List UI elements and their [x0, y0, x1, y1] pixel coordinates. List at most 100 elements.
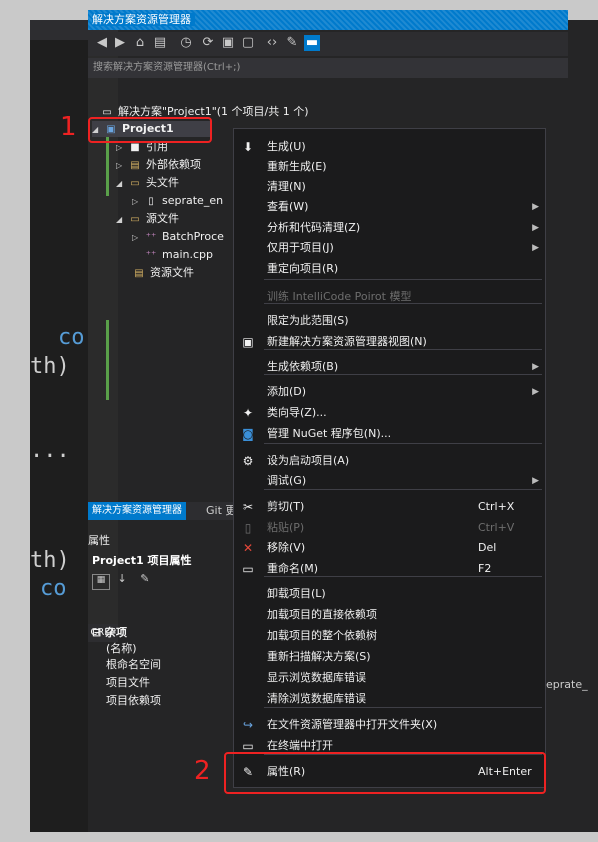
menu-item[interactable]: 调试(G) ▶	[234, 471, 545, 491]
filter-folder-icon: ▭	[130, 178, 140, 189]
scissors-icon: ✂	[242, 500, 254, 514]
menu-item[interactable]: 重新生成(E)	[234, 157, 545, 177]
menu-item-label: 设为启动项目(A)	[267, 454, 350, 467]
code-line: co	[40, 576, 67, 601]
menu-item[interactable]: ✕ 移除(V) Del	[234, 538, 545, 558]
property-row[interactable]: 根命名空间	[106, 656, 161, 672]
tab-git[interactable]: Git 更	[206, 502, 236, 520]
tree-source-file[interactable]: ⁺⁺ main.cpp	[144, 247, 213, 263]
view-code-icon[interactable]: ‹›	[264, 35, 280, 51]
menu-item[interactable]: 限定为此范围(S)	[234, 311, 545, 331]
header-file-icon: ▯	[148, 196, 154, 207]
menu-item-label: 添加(D)	[267, 385, 307, 398]
solution-explorer-toolbar: ◀ ▶ ⌂ ▤ ◷ ⟳ ▣ ▢ ‹› ✎ ▬	[88, 32, 568, 56]
menu-item[interactable]: 重新扫描解决方案(S)	[234, 647, 545, 667]
tree-external-deps[interactable]: ▷ ▤ 外部依赖项	[116, 157, 201, 173]
home-icon[interactable]: ⌂	[132, 35, 148, 51]
menu-item[interactable]: 加载项目的整个依赖树	[234, 626, 545, 646]
menu-item[interactable]: ✦ 类向导(Z)...	[234, 403, 545, 423]
menu-item-label: 粘贴(P)	[267, 521, 305, 534]
categorized-icon[interactable]: ▦	[92, 574, 110, 590]
switch-view-icon[interactable]: ▤	[152, 35, 168, 51]
property-row[interactable]: (名称)	[106, 640, 137, 656]
menu-item-label: 移除(V)	[267, 541, 306, 554]
cpp-file-icon: ⁺⁺	[145, 232, 157, 243]
menu-item-label: 管理 NuGet 程序包(N)...	[267, 427, 392, 440]
menu-item[interactable]: ✂ 剪切(T) Ctrl+X	[234, 497, 545, 517]
code-line: th)	[30, 548, 70, 573]
refresh-icon[interactable]: ⟳	[200, 35, 216, 51]
tree-resource-files[interactable]: ▤ 资源文件	[132, 265, 194, 281]
properties-wrench-icon[interactable]: ✎	[284, 35, 300, 51]
show-all-files-icon[interactable]: ▢	[240, 35, 256, 51]
tree-source-file[interactable]: ▷ ⁺⁺ BatchProce	[132, 229, 224, 245]
preview-icon[interactable]: ▬	[304, 35, 320, 51]
properties-toolbar: ▦ ↓ ✎	[92, 572, 149, 592]
property-row[interactable]: 项目文件	[106, 674, 150, 690]
code-editor[interactable]: co th) ... th) co	[30, 20, 118, 832]
menu-item-label: 清理(N)	[267, 180, 306, 193]
menu-item[interactable]: 生成依赖项(B) ▶	[234, 357, 545, 377]
new-view-icon: ▣	[242, 335, 254, 349]
open-folder-icon: ↪	[242, 718, 254, 732]
menu-item-label: 显示浏览数据库错误	[267, 671, 366, 684]
submenu-arrow-icon: ▶	[532, 243, 539, 253]
submenu-arrow-icon: ▶	[532, 476, 539, 486]
menu-item-label: 查看(W)	[267, 200, 309, 213]
remove-icon: ✕	[242, 541, 254, 555]
search-input[interactable]: 搜索解决方案资源管理器(Ctrl+;)	[88, 58, 568, 78]
tab-solution-explorer[interactable]: 解决方案资源管理器	[88, 502, 186, 520]
menu-item[interactable]: 清除浏览数据库错误	[234, 689, 545, 709]
menu-item[interactable]: 分析和代码清理(Z) ▶	[234, 218, 545, 238]
property-row[interactable]: 项目依赖项	[106, 692, 161, 708]
tree-header-files[interactable]: ◢ ▭ 头文件	[116, 175, 179, 191]
menu-item-label: 卸载项目(L)	[267, 587, 326, 600]
collapse-all-icon[interactable]: ▣	[220, 35, 236, 51]
menu-item-label: 训练 IntelliCode Poirot 模型	[267, 290, 412, 303]
filter-folder-icon: ▤	[134, 268, 144, 279]
menu-item-shortcut: Ctrl+X	[478, 500, 515, 513]
property-category[interactable]: ⊟ 杂项	[92, 624, 127, 640]
menu-item[interactable]: ↪ 在文件资源管理器中打开文件夹(X)	[234, 715, 545, 735]
menu-item-label: 分析和代码清理(Z)	[267, 221, 361, 234]
nuget-icon: ◙	[242, 427, 254, 441]
menu-item[interactable]: ▭ 重命名(M) F2	[234, 559, 545, 579]
property-pages-icon[interactable]: ✎	[140, 572, 149, 585]
change-marker	[106, 320, 109, 400]
annotation-step-2: 2	[194, 756, 211, 786]
menu-item[interactable]: 仅用于项目(J) ▶	[234, 238, 545, 258]
submenu-arrow-icon: ▶	[532, 387, 539, 397]
tree-header-file[interactable]: ▷ ▯ seprate_en	[132, 193, 223, 209]
gear-icon: ⚙	[242, 454, 254, 468]
alphabetical-icon[interactable]: ↓	[118, 572, 127, 585]
menu-item[interactable]: 清理(N)	[234, 177, 545, 197]
properties-title: 属性	[88, 534, 110, 547]
expanded-icon: ◢	[116, 215, 123, 224]
paste-icon: ▯	[244, 521, 252, 535]
menu-item[interactable]: 加载项目的直接依赖项	[234, 605, 545, 625]
menu-item[interactable]: 重定向项目(R)	[234, 259, 545, 279]
menu-item[interactable]: ◙ 管理 NuGet 程序包(N)...	[234, 424, 545, 444]
menu-item[interactable]: 显示浏览数据库错误	[234, 668, 545, 688]
menu-item[interactable]: ⬇ 生成(U)	[234, 137, 545, 157]
menu-item-shortcut: Ctrl+V	[478, 521, 515, 534]
submenu-arrow-icon: ▶	[532, 223, 539, 233]
tree-source-files[interactable]: ◢ ▭ 源文件	[116, 211, 179, 227]
menu-item[interactable]: ▣ 新建解决方案资源管理器视图(N)	[234, 332, 545, 352]
collapsed-icon: ▷	[116, 161, 123, 170]
change-marker	[106, 136, 109, 196]
menu-item-label: 生成(U)	[267, 140, 306, 153]
menu-item-shortcut: Del	[478, 541, 497, 554]
menu-item[interactable]: 添加(D) ▶	[234, 382, 545, 402]
menu-item[interactable]: 卸载项目(L)	[234, 584, 545, 604]
menu-item-label: 仅用于项目(J)	[267, 241, 334, 254]
back-icon[interactable]: ◀	[94, 35, 110, 51]
code-line: th)	[30, 354, 70, 379]
menu-item[interactable]: ⚙ 设为启动项目(A)	[234, 451, 545, 471]
collapsed-icon: ▷	[132, 197, 139, 206]
pending-changes-icon[interactable]: ◷	[178, 35, 194, 51]
menu-item[interactable]: 查看(W) ▶	[234, 197, 545, 217]
rename-icon: ▭	[242, 562, 254, 576]
code-line: co	[58, 325, 85, 350]
forward-icon[interactable]: ▶	[112, 35, 128, 51]
